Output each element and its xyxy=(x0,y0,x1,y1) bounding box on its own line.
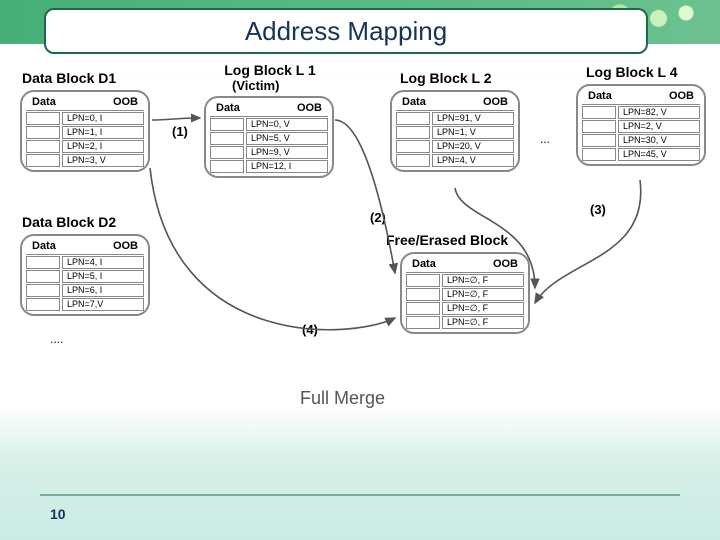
table-row: LPN=45, V xyxy=(582,148,700,161)
step-3-label: (3) xyxy=(590,202,606,217)
col-oob: OOB xyxy=(669,90,694,102)
ellipsis-right: ... xyxy=(540,132,550,146)
log-block-l1: Data OOB LPN=0, V LPN=5, V LPN=9, V LPN=1… xyxy=(204,96,334,178)
col-oob: OOB xyxy=(297,102,322,114)
block-title-l2: Log Block L 2 xyxy=(400,70,492,86)
col-data: Data xyxy=(588,90,612,102)
table-row: LPN=0, I xyxy=(26,112,144,125)
table-row: LPN=7,V xyxy=(26,298,144,311)
col-data: Data xyxy=(402,96,426,108)
table-row: LPN=∅, F xyxy=(406,274,524,287)
table-row: LPN=4, V xyxy=(396,154,514,167)
table-row: LPN=1, I xyxy=(26,126,144,139)
table-row: LPN=6, I xyxy=(26,284,144,297)
step-2-label: (2) xyxy=(370,210,386,225)
ellipsis-d2: .... xyxy=(50,332,63,346)
table-row: LPN=4, I xyxy=(26,256,144,269)
col-oob: OOB xyxy=(113,96,138,108)
col-oob: OOB xyxy=(113,240,138,252)
table-row: LPN=5, V xyxy=(210,132,328,145)
block-title-d1: Data Block D1 xyxy=(22,70,116,86)
table-row: LPN=2, V xyxy=(582,120,700,133)
block-title-free: Free/Erased Block xyxy=(386,232,508,248)
table-row: LPN=91, V xyxy=(396,112,514,125)
footer-divider xyxy=(40,494,680,496)
free-erased-block: Data OOB LPN=∅, F LPN=∅, F LPN=∅, F LPN=∅… xyxy=(400,252,530,334)
table-row: LPN=1, V xyxy=(396,126,514,139)
table-row: LPN=∅, F xyxy=(406,316,524,329)
table-row: LPN=∅, F xyxy=(406,288,524,301)
page-title: Address Mapping xyxy=(245,16,447,47)
col-oob: OOB xyxy=(493,258,518,270)
data-block-d1: Data OOB LPN=0, I LPN=1, I LPN=2, I LPN=3… xyxy=(20,90,150,172)
table-row: LPN=∅, F xyxy=(406,302,524,315)
title-card: Address Mapping xyxy=(44,8,648,54)
block-title-d2: Data Block D2 xyxy=(22,214,116,230)
table-row: LPN=2, I xyxy=(26,140,144,153)
col-oob: OOB xyxy=(483,96,508,108)
page-number: 10 xyxy=(50,506,66,522)
block-subtitle-l1: (Victim) xyxy=(232,78,279,93)
table-row: LPN=30, V xyxy=(582,134,700,147)
col-data: Data xyxy=(412,258,436,270)
log-block-l4: Data OOB LPN=82, V LPN=2, V LPN=30, V LPN… xyxy=(576,84,706,166)
col-data: Data xyxy=(32,240,56,252)
block-title-l4: Log Block L 4 xyxy=(586,64,678,80)
step-1-label: (1) xyxy=(172,124,188,139)
col-data: Data xyxy=(216,102,240,114)
caption-full-merge: Full Merge xyxy=(300,388,385,409)
table-row: LPN=20, V xyxy=(396,140,514,153)
log-block-l2: Data OOB LPN=91, V LPN=1, V LPN=20, V LPN… xyxy=(390,90,520,172)
table-row: LPN=9, V xyxy=(210,146,328,159)
table-row: LPN=5, I xyxy=(26,270,144,283)
col-data: Data xyxy=(32,96,56,108)
step-4-label: (4) xyxy=(302,322,318,337)
block-title-l1: Log Block L 1 xyxy=(210,62,330,78)
table-row: LPN=12, I xyxy=(210,160,328,173)
data-block-d2: Data OOB LPN=4, I LPN=5, I LPN=6, I LPN=7… xyxy=(20,234,150,316)
table-row: LPN=3, V xyxy=(26,154,144,167)
table-row: LPN=82, V xyxy=(582,106,700,119)
diagram-area: Data Block D1 Log Block L 1 (Victim) Log… xyxy=(0,60,720,440)
table-row: LPN=0, V xyxy=(210,118,328,131)
